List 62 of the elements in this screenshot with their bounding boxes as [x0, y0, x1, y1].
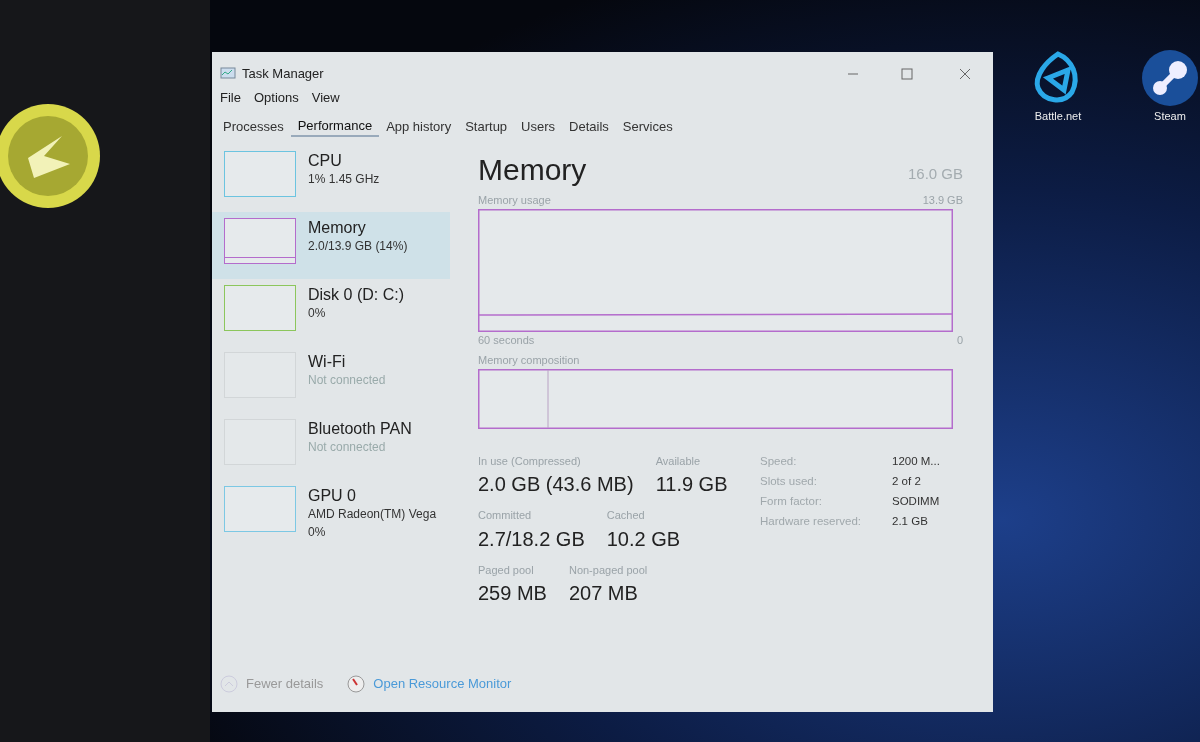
axis-label: 0 [956, 332, 963, 348]
total-memory: 16.0 GB [907, 164, 963, 184]
close-icon[interactable] [959, 68, 971, 80]
item-detail: 0% [308, 305, 327, 323]
stat-value: 2.0 GB (43.6 MB) [478, 472, 634, 497]
tab[interactable]: Performance [290, 115, 380, 137]
menu-item[interactable]: Options [253, 90, 299, 105]
stat-value: 259 MB [478, 581, 547, 606]
spec-value: SODIMM [892, 494, 940, 509]
item-name: Wi-Fi [308, 352, 347, 372]
item-detail: Not connected [308, 439, 387, 457]
spec-label: Hardware reserved: [760, 514, 862, 530]
item-detail: 1% 1.45 GHz [308, 171, 380, 189]
spec-label: Speed: [760, 453, 798, 469]
steam-logo-icon[interactable] [1140, 48, 1200, 108]
axis-label: 13.9 GB [922, 193, 963, 208]
stat-value: 11.9 GB [655, 472, 728, 497]
item-detail: Not connected [308, 372, 386, 390]
item-name: Disk 0 (D: C:) [308, 285, 404, 305]
sidebar-item[interactable]: GPU 0 AMD Radeon(TM) Vega 0% [212, 480, 450, 547]
tab[interactable]: App history [379, 115, 459, 137]
app-icon [220, 67, 236, 81]
stat-label: Paged pool [478, 562, 535, 578]
item-name: Memory [308, 218, 367, 238]
menu-item[interactable]: File [220, 90, 241, 105]
stat-label: Cached [606, 508, 646, 523]
item-detail: 2.0/13.9 GB (14%) [308, 238, 408, 256]
shortcut-label[interactable]: Battle.net [1034, 108, 1082, 125]
stat-label: Available [655, 453, 702, 469]
menu-item[interactable]: View [311, 90, 340, 105]
spec-value: 1200 M... [892, 453, 940, 469]
chart-label: Memory composition [478, 353, 581, 368]
stat-value: 207 MB [568, 581, 639, 606]
chart-label: Memory usage [478, 193, 551, 208]
item-name: CPU [308, 151, 343, 171]
tab[interactable]: Startup [458, 115, 515, 137]
spec-value: 2.1 GB [892, 514, 929, 530]
axis-label: 60 seconds [478, 332, 535, 348]
spec-label: Slots used: [760, 473, 818, 489]
item-detail: AMD Radeon(TM) Vega [308, 506, 437, 524]
sidebar-item[interactable]: Memory 2.0/13.9 GB (14%) [212, 212, 450, 279]
item-name: GPU 0 [308, 486, 357, 506]
item-detail: 0% [308, 524, 327, 542]
tab[interactable]: Users [514, 115, 563, 137]
tab[interactable]: Processes [216, 115, 291, 137]
detail-title: Memory [478, 152, 587, 188]
window-title: Task Manager [242, 65, 325, 84]
tab[interactable]: Services [615, 115, 680, 137]
stat-value: 2.7/18.2 GB [478, 526, 585, 552]
spec-value: 2 of 2 [892, 473, 922, 489]
stat-label: Non-paged pool [568, 562, 648, 578]
maximize-icon[interactable] [901, 68, 913, 80]
tab[interactable]: Details [562, 115, 616, 137]
sidebar-item[interactable]: CPU 1% 1.45 GHz [212, 145, 450, 212]
stat-label: In use (Compressed) [478, 453, 582, 469]
spec-label: Form factor: [760, 494, 823, 509]
sidebar-item[interactable]: Disk 0 (D: C:) 0% [212, 279, 450, 346]
stat-value: 10.2 GB [606, 526, 681, 552]
item-name: Bluetooth PAN [308, 419, 412, 439]
shortcut-label[interactable]: Steam [1154, 108, 1186, 125]
gauge-icon [347, 675, 366, 693]
stat-label: Committed [478, 508, 533, 523]
